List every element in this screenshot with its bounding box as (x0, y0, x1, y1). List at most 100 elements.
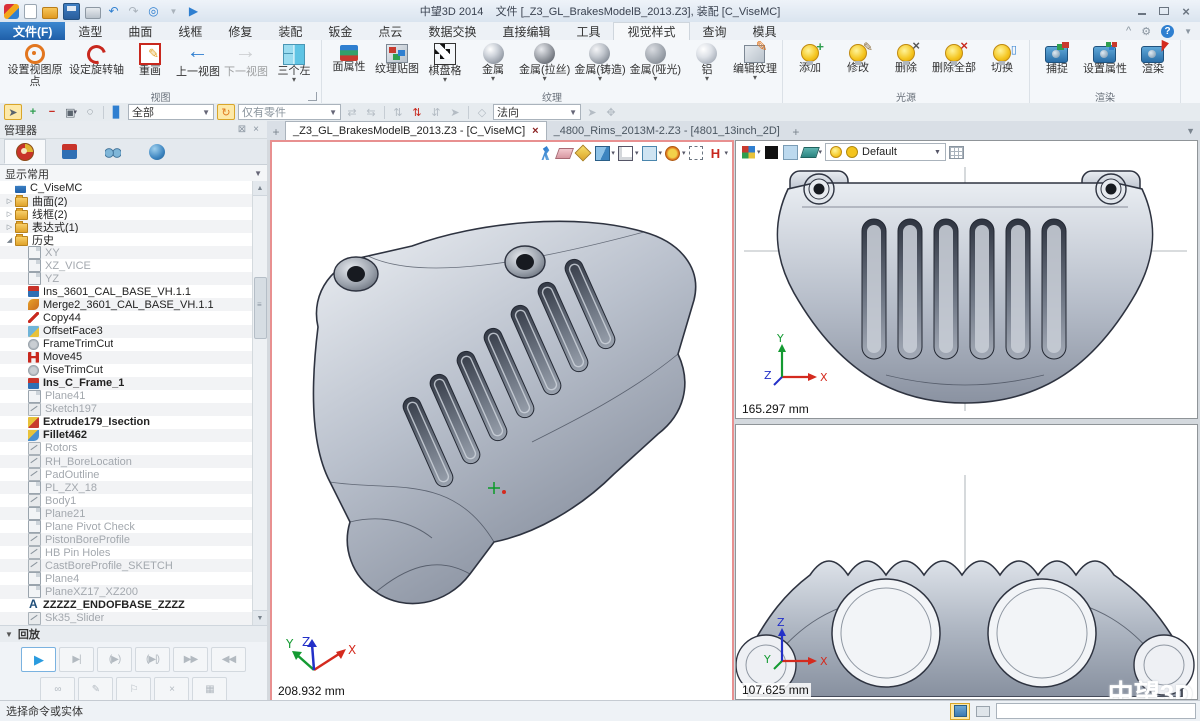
manager-tab-history[interactable] (4, 139, 46, 164)
sort-color-icon[interactable]: ⇅ (409, 105, 425, 119)
playback-terminate-button[interactable]: × (154, 677, 189, 702)
tree-item[interactable]: Sketch197 (0, 403, 253, 416)
ribbon-button-light-delete-all[interactable]: 删除全部 (930, 41, 978, 75)
tree-item[interactable]: Extrude179_Isection (0, 416, 253, 429)
scope-filter-combo[interactable]: 仅有零件▼ (238, 104, 341, 120)
dialog-launcher-icon[interactable] (308, 92, 317, 101)
playback-skip-button[interactable]: ⚐ (116, 677, 151, 702)
ribbon-button-rotation-axis[interactable]: 设定旋转轴 (67, 41, 126, 77)
tree-item[interactable]: ▷曲面(2) (0, 194, 253, 207)
tree-scrollbar[interactable]: ▲ ▼ (252, 181, 267, 625)
tree-item[interactable]: FrameTrimCut (0, 338, 253, 351)
scroll-up-icon[interactable]: ▲ (253, 181, 267, 196)
tree-item[interactable]: Merge2_3601_CAL_BASE_VH.1.1 (0, 298, 253, 311)
tree-item[interactable]: Rotors (0, 442, 253, 455)
menu-tab-sheet-metal[interactable]: 钣金 (315, 22, 365, 40)
ribbon-button-checker[interactable]: 棋盘格▾ (421, 41, 469, 84)
tree-item[interactable]: PadOutline (0, 468, 253, 481)
tree-item[interactable]: Ins_C_Frame_1 (0, 377, 253, 390)
pick-lasso-icon[interactable]: ◌ (82, 105, 98, 119)
tree-item[interactable]: ◢历史 (0, 233, 253, 246)
tab-close-icon[interactable]: × (532, 125, 538, 137)
filter-chart-icon[interactable]: ▊ (109, 105, 125, 119)
close-button[interactable] (1176, 4, 1196, 18)
appearance-icon[interactable] (665, 146, 680, 161)
manager-pin-icon[interactable]: ⊠ (235, 124, 249, 135)
ribbon-button-light-toggle[interactable]: 切换 (978, 41, 1026, 75)
palette-icon[interactable] (742, 146, 755, 159)
ribbon-button-sphere-alu[interactable]: 铝▾ (683, 41, 731, 83)
ribbon-button-three-views[interactable]: 三个左▾ (270, 41, 318, 84)
menu-tab-inquire[interactable]: 查询 (690, 22, 740, 40)
qat-dropdown-icon[interactable]: ▼ (166, 4, 181, 19)
pointer-icon[interactable]: ➤ (447, 105, 463, 119)
prompt-toggle-icon[interactable] (950, 703, 970, 720)
print-icon[interactable] (85, 7, 101, 19)
sort-desc-icon[interactable]: ⇵ (428, 105, 444, 119)
tree-item[interactable]: OffsetFace3 (0, 325, 253, 338)
menu-tab-assembly[interactable]: 装配 (265, 22, 315, 40)
quick-render-icon[interactable] (575, 145, 592, 162)
tree-item[interactable]: Plane Pivot Check (0, 520, 253, 533)
section-view-icon[interactable]: H (707, 145, 723, 161)
redo-icon[interactable]: ↷ (126, 4, 141, 19)
add-selection-icon[interactable]: + (25, 105, 41, 119)
tree-item[interactable]: RH_BoreLocation (0, 455, 253, 468)
menu-tab-direct-edit[interactable]: 直接编辑 (489, 22, 563, 40)
shaded-mode-icon[interactable] (595, 146, 610, 161)
document-tab-active[interactable]: _Z3_GL_BrakesModelB_2013.Z3 - [C_ViseMC]… (285, 121, 547, 140)
unlink-icon[interactable]: ⇄ (344, 105, 360, 119)
material-icon[interactable] (800, 147, 820, 158)
table-grid-icon[interactable] (949, 146, 964, 159)
black-swatch-icon[interactable] (765, 146, 778, 159)
view-rotate-icon[interactable]: ◎ (146, 4, 161, 19)
tree-item[interactable]: PistonBoreProfile (0, 533, 253, 546)
playback-play-button[interactable]: ▶ (21, 647, 56, 672)
viewport-top[interactable]: X Z Y 107.625 mm 中望3D (735, 424, 1198, 700)
refresh-filter-icon[interactable]: ↻ (217, 104, 235, 120)
scroll-thumb[interactable] (254, 277, 267, 339)
playback-collapse-icon[interactable]: ▼ (5, 630, 13, 639)
playback-header[interactable]: ▼ 回放 (0, 625, 272, 643)
menu-tab-visual-style[interactable]: 视觉样式 (613, 22, 689, 40)
ribbon-button-cam-capture[interactable]: 捕捉 (1033, 41, 1081, 76)
ribbon-button-light-add[interactable]: 添加 (786, 41, 834, 75)
ribbon-button-light-modify[interactable]: 修改 (834, 41, 882, 75)
playback-play-to-end-button[interactable]: ▶| (59, 647, 94, 672)
tree-item[interactable]: Sk35_Slider (0, 612, 253, 625)
link-icon[interactable]: ⇆ (363, 105, 379, 119)
grab-icon[interactable]: ✥ (603, 105, 619, 119)
ribbon-button-cam-props[interactable]: 设置属性 (1081, 41, 1129, 76)
tree-item[interactable]: HB Pin Holes (0, 546, 253, 559)
help-icon[interactable]: ? (1161, 25, 1174, 38)
menu-tab-shape[interactable]: 造型 (65, 22, 115, 40)
playback-screen-button[interactable]: ▦ (192, 677, 227, 702)
pick-box-icon[interactable]: ▣▾ (63, 105, 79, 119)
document-tab-second[interactable]: _4800_Rims_2013M-2.Z3 - [4801_13inch_2D] (547, 122, 787, 140)
manager-close-icon[interactable]: × (249, 124, 263, 135)
app-logo-icon[interactable] (4, 4, 19, 19)
play-macro-icon[interactable]: ▶ (186, 4, 201, 19)
manager-tab-assembly[interactable] (48, 139, 90, 164)
tree-item[interactable]: Plane4 (0, 572, 253, 585)
playback-regen-curve-button[interactable]: ∞ (40, 677, 75, 702)
tree-item[interactable]: CastBoreProfile_SKETCH (0, 559, 253, 572)
expand-icon[interactable]: ▷ (4, 210, 15, 218)
remove-selection-icon[interactable]: − (44, 105, 60, 119)
tree-item[interactable]: Plane41 (0, 390, 253, 403)
collapse-icon[interactable]: ◢ (4, 236, 15, 244)
tree-item[interactable]: XZ_VICE (0, 259, 253, 272)
ribbon-button-prev-view[interactable]: 上一视图 (174, 41, 222, 79)
walkthrough-icon[interactable] (539, 146, 552, 160)
viewport-front[interactable]: ▾ ▾ Default ▼ (735, 140, 1198, 419)
menu-tab-point-cloud[interactable]: 点云 (365, 22, 415, 40)
undo-icon[interactable]: ↶ (106, 4, 121, 19)
tree-item[interactable]: ViseTrimCut (0, 364, 253, 377)
ribbon-button-sphere-matte[interactable]: 金属(哑光)▾ (628, 41, 683, 83)
tree-item[interactable]: Plane21 (0, 507, 253, 520)
sort-asc-icon[interactable]: ⇅ (390, 105, 406, 119)
expand-icon[interactable]: ▷ (4, 223, 15, 231)
ribbon-button-view-origin[interactable]: 设置视图原点 (3, 41, 67, 89)
tree-item[interactable]: Copy44 (0, 311, 253, 324)
normal-mode-icon[interactable]: ◇ (474, 105, 490, 119)
